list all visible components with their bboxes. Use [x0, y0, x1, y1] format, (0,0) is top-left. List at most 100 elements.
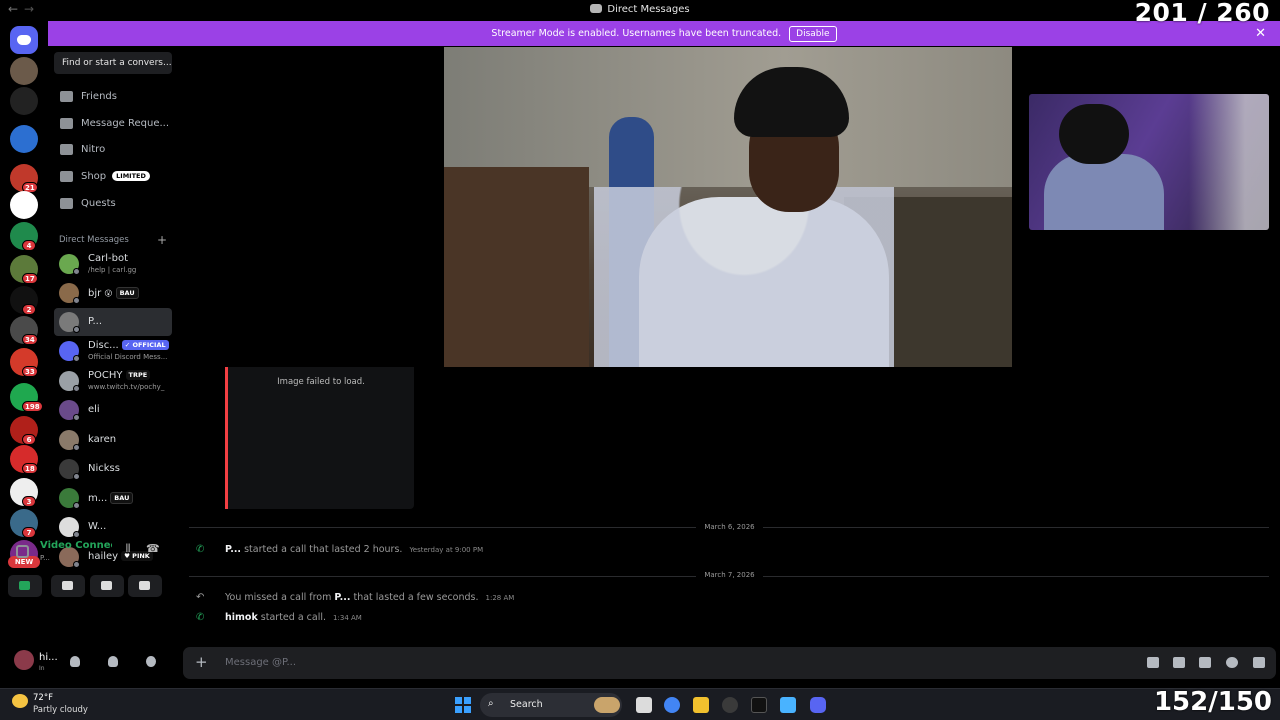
unread-badge: 34 — [22, 334, 38, 345]
main-video-stream[interactable] — [444, 47, 1012, 367]
chrome-icon[interactable] — [664, 697, 680, 713]
discord-taskbar-icon[interactable] — [810, 697, 826, 713]
dm-item[interactable]: karen — [54, 426, 172, 454]
server-icon[interactable] — [10, 125, 38, 153]
voice-status[interactable]: Video Connected — [40, 540, 112, 551]
dm-name: karen — [88, 434, 116, 445]
friends-icon — [60, 90, 73, 102]
dm-name-text: m... — [88, 493, 108, 504]
message-author[interactable]: P... — [225, 544, 241, 555]
server-icon[interactable] — [10, 191, 38, 219]
call-icon: ✆ — [196, 612, 205, 623]
task-view-icon[interactable] — [636, 697, 652, 713]
message-timestamp: 1:34 AM — [333, 614, 362, 622]
weather-desc[interactable]: Partly cloudy — [33, 705, 88, 715]
signal-icon[interactable] — [16, 545, 29, 558]
dm-name: bjr 😮 BAU — [88, 287, 139, 299]
message-composer[interactable]: + Message @P... — [183, 647, 1276, 679]
file-explorer-icon[interactable] — [693, 697, 709, 713]
dm-item[interactable]: m... BAU — [54, 484, 172, 512]
dm-subtitle: /help | carl.gg — [88, 266, 137, 274]
quests-icon — [60, 197, 73, 209]
message-author[interactable]: P... — [334, 592, 350, 603]
new-dm-plus-icon[interactable]: + — [157, 233, 167, 247]
screen-share-button[interactable] — [51, 575, 85, 597]
message-text: that lasted a few seconds. — [353, 592, 479, 603]
dm-name-text: POCHY — [88, 370, 123, 381]
message-input[interactable]: Message @P... — [225, 657, 296, 668]
dm-name: Disc... ✓ OFFICIAL — [88, 340, 169, 351]
user-avatar[interactable] — [14, 650, 34, 670]
nav-quests[interactable]: Quests — [54, 191, 172, 215]
clan-tag: TRPE — [125, 370, 151, 380]
headphones-icon[interactable] — [108, 656, 118, 667]
dm-item[interactable]: Nickss — [54, 455, 172, 483]
weather-temp[interactable]: 72°F — [33, 693, 53, 703]
overlay-counter-top: 201 / 260 — [1134, 0, 1270, 27]
unread-badge: 17 — [22, 273, 38, 284]
activities-button[interactable] — [90, 575, 124, 597]
message-timestamp: Yesterday at 9:00 PM — [409, 546, 484, 554]
dm-item[interactable]: P... — [54, 308, 172, 336]
windows-start-icon[interactable] — [455, 697, 471, 713]
unread-badge: 2 — [22, 304, 36, 315]
message-prefix: You missed a call from — [225, 592, 332, 603]
noise-suppression-icon[interactable]: ⦀ — [122, 543, 134, 555]
user-name[interactable]: hi... — [39, 652, 58, 663]
emoji-icon[interactable] — [1226, 657, 1238, 668]
camera-button[interactable] — [8, 575, 42, 597]
dm-item[interactable]: bjr 😮 BAU — [54, 279, 172, 307]
clan-tag: BAU — [115, 287, 139, 299]
apps-icon[interactable] — [1253, 657, 1265, 668]
settings-gear-icon[interactable] — [146, 656, 156, 667]
dm-name: P... — [88, 316, 102, 327]
dm-item[interactable]: POCHY TRPE www.twitch.tv/pochy_ — [54, 367, 172, 395]
search-input[interactable]: Find or start a convers... — [54, 52, 172, 74]
status-indicator — [73, 355, 80, 362]
dm-name-text: Nickss — [88, 463, 120, 474]
soundboard-button[interactable] — [128, 575, 162, 597]
dm-item[interactable]: Carl-bot/help | carl.gg — [54, 250, 172, 278]
nav-friends[interactable]: Friends — [54, 84, 172, 108]
nav-message-requests[interactable]: Message Reque... — [54, 111, 172, 135]
taskbar-search[interactable]: ⌕ Search — [480, 693, 622, 717]
app-icon[interactable] — [780, 697, 796, 713]
gift-icon[interactable] — [1147, 657, 1159, 668]
dm-sidebar: Find or start a convers... Friends Messa… — [48, 46, 179, 581]
shop-icon — [60, 170, 73, 182]
voice-panel: Video Connected P... ⦀ ☎ — [6, 535, 170, 645]
server-icon[interactable] — [10, 57, 38, 85]
video-dresser — [444, 167, 589, 367]
weather-icon[interactable] — [12, 694, 28, 708]
voice-channel[interactable]: P... — [40, 554, 50, 562]
unread-badge: 4 — [22, 240, 36, 251]
dm-name-text: Disc... — [88, 340, 119, 351]
dm-name-text: bjr — [88, 288, 102, 299]
preview-person-body — [1044, 154, 1164, 230]
dm-section-header: Direct Messages + — [59, 233, 167, 247]
dm-item[interactable]: eli — [54, 396, 172, 424]
window-title: Direct Messages — [0, 4, 1280, 15]
discord-home-icon[interactable] — [10, 26, 38, 54]
nav-nitro[interactable]: Nitro — [54, 137, 172, 161]
disable-streamer-mode-button[interactable]: Disable — [789, 25, 837, 42]
server-icon[interactable] — [10, 87, 38, 115]
close-icon[interactable]: ✕ — [1255, 26, 1266, 41]
tiktok-icon[interactable] — [751, 697, 767, 713]
dm-item[interactable]: Disc... ✓ OFFICIAL Official Discord Mess..… — [54, 337, 172, 365]
sticker-icon[interactable] — [1199, 657, 1211, 668]
attach-plus-icon[interactable]: + — [195, 653, 208, 671]
settings-app-icon[interactable] — [722, 697, 738, 713]
disconnect-icon[interactable]: ☎ — [146, 543, 160, 555]
message-text: started a call that lasted 2 hours. — [244, 544, 403, 555]
message-author[interactable]: himok — [225, 612, 258, 623]
gif-icon[interactable] — [1173, 657, 1185, 668]
chat-area: Image failed to load. March 6, 2026 ✆ P.… — [179, 46, 1280, 681]
status-indicator — [73, 414, 80, 421]
nav-shop[interactable]: Shop LIMITED — [54, 164, 172, 188]
dm-name: Carl-bot — [88, 253, 128, 264]
microphone-icon[interactable] — [70, 656, 80, 667]
self-video-preview[interactable] — [1029, 94, 1269, 230]
limited-badge: LIMITED — [112, 171, 150, 181]
dm-name: POCHY TRPE — [88, 370, 151, 381]
